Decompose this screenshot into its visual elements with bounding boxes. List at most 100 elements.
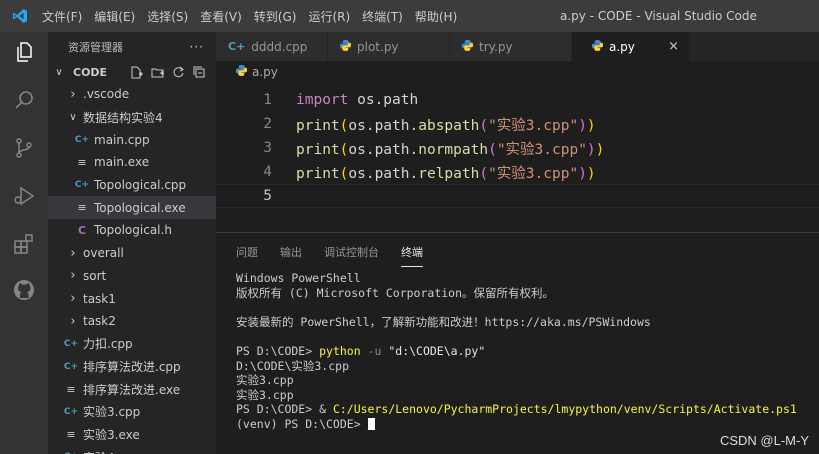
tab-terminal[interactable]: 终端 xyxy=(401,233,423,271)
terminal-line: 安装最新的 PowerShell，了解新功能和改进！https://aka.ms… xyxy=(236,314,651,329)
chevron-down-icon: ∨ xyxy=(55,66,63,78)
python-file-icon xyxy=(592,39,603,54)
python-file-icon xyxy=(462,39,473,54)
terminal-line: PS D:\CODE> python -u "d:\CODE\a.py" xyxy=(236,343,486,358)
new-file-icon[interactable] xyxy=(129,65,144,79)
tab-label: plot.py xyxy=(357,39,399,54)
tree-item[interactable]: › task2 xyxy=(48,310,216,333)
editor-area: C+ dddd.cpp plot.py try.py a.py × a.py 1… xyxy=(216,32,819,232)
watermark: CSDN @L-M-Y xyxy=(719,433,809,448)
tab-try-py[interactable]: try.py xyxy=(450,32,572,61)
explorer-header: 资源管理器 ··· xyxy=(48,32,216,61)
tab-debug-console[interactable]: 调试控制台 xyxy=(324,233,379,271)
tree-item[interactable]: C+ 实验3.cpp xyxy=(48,401,216,424)
chevron-right-icon: › xyxy=(70,268,76,284)
tree-item-label: 数据结构实验4 xyxy=(83,110,163,125)
tree-item-label: overall xyxy=(83,246,124,261)
tree-item-label: sort xyxy=(83,268,107,283)
window-title: a.py - CODE - Visual Studio Code xyxy=(560,9,757,23)
terminal-line: D:\CODE\实验3.cpp xyxy=(236,358,350,373)
tree-item[interactable]: › sort xyxy=(48,265,216,288)
menu-view[interactable]: 查看(V) xyxy=(200,8,242,25)
tree-item[interactable]: C+ 力扣.cpp xyxy=(48,333,216,356)
tree-item-label: Topological.exe xyxy=(94,200,186,215)
tab-a-py[interactable]: a.py × xyxy=(572,32,690,61)
menu-terminal[interactable]: 终端(T) xyxy=(362,8,403,25)
explorer-sidebar: 资源管理器 ··· ∨ CODE › .vscode ∨ 数据结构实验4 C+ main.… xyxy=(48,32,216,454)
tree-item[interactable]: ≡ 实验3.exe xyxy=(48,423,216,446)
line-number: 4 xyxy=(263,164,272,180)
code-text: print(os.path.abspath("实验3.cpp")) xyxy=(296,117,596,134)
extensions-icon[interactable] xyxy=(0,224,48,264)
terminal-cursor xyxy=(367,417,375,430)
tab-dddd-cpp[interactable]: C+ dddd.cpp xyxy=(216,32,328,61)
collapse-all-icon[interactable] xyxy=(192,65,207,79)
terminal[interactable]: Windows PowerShell 版权所有 (C) Microsoft Co… xyxy=(216,271,819,432)
search-icon[interactable] xyxy=(0,80,48,120)
file-tree: › .vscode ∨ 数据结构实验4 C+ main.cpp ≡ main.exe C+ Top… xyxy=(48,83,216,454)
tree-item-label: 排序算法改进.exe xyxy=(83,382,181,397)
line-number: 2 xyxy=(263,116,272,132)
tree-item[interactable]: ≡ main.exe xyxy=(48,151,216,174)
menu-file[interactable]: 文件(F) xyxy=(42,8,82,25)
tab-plot-py[interactable]: plot.py xyxy=(328,32,450,61)
tree-item-label: Topological.cpp xyxy=(94,178,187,193)
tree-item-label: Topological.h xyxy=(94,223,172,238)
files-icon[interactable] xyxy=(0,32,48,72)
refresh-icon[interactable] xyxy=(171,65,186,79)
code-text: import os.path xyxy=(296,92,419,108)
tree-item-label: task2 xyxy=(83,314,116,329)
workspace-section-header[interactable]: ∨ CODE xyxy=(48,61,216,83)
tree-item[interactable]: › .vscode xyxy=(48,83,216,106)
chevron-right-icon: › xyxy=(70,245,76,261)
close-tab-icon[interactable]: × xyxy=(668,39,679,54)
tab-output[interactable]: 输出 xyxy=(280,233,302,271)
line-number: 1 xyxy=(263,92,272,108)
cpp-file-icon: C+ xyxy=(63,361,79,372)
terminal-line: 版权所有 (C) Microsoft Corporation。保留所有权利。 xyxy=(236,285,555,300)
tree-item-label: 实验3.exe xyxy=(83,428,140,443)
cpp-file-icon: C+ xyxy=(74,134,90,145)
more-actions-icon[interactable]: ··· xyxy=(190,40,204,54)
tree-item[interactable]: ∨ 数据结构实验4 xyxy=(48,106,216,129)
code-text: print(os.path.normpath("实验3.cpp")) xyxy=(296,141,605,158)
menu-go[interactable]: 转到(G) xyxy=(254,8,297,25)
tree-item[interactable]: C+实验4.cpp xyxy=(48,446,216,454)
menu-bar: 文件(F) 编辑(E) 选择(S) 查看(V) 转到(G) 运行(R) 终端(T… xyxy=(42,8,469,25)
menu-help[interactable]: 帮助(H) xyxy=(415,8,457,25)
cpp-file-icon: C+ xyxy=(74,180,90,191)
menu-selection[interactable]: 选择(S) xyxy=(147,8,188,25)
code-editor[interactable]: 1 import os.path 2 print(os.path.abspath… xyxy=(216,83,819,232)
tree-item[interactable]: C+ Topological.cpp xyxy=(48,174,216,197)
tree-item[interactable]: C+ main.cpp xyxy=(48,128,216,151)
code-line: 2 print(os.path.abspath("实验3.cpp")) xyxy=(216,112,819,136)
exe-file-icon: ≡ xyxy=(66,382,76,396)
tree-item[interactable]: › overall xyxy=(48,242,216,265)
tree-item-label: main.exe xyxy=(94,155,150,170)
breadcrumb-file[interactable]: a.py xyxy=(252,65,278,79)
code-line-current: 5 xyxy=(216,184,819,208)
tab-problems[interactable]: 问题 xyxy=(236,233,258,271)
run-debug-icon[interactable] xyxy=(0,176,48,216)
tree-item-label: main.cpp xyxy=(94,132,150,147)
tree-item[interactable]: C Topological.h xyxy=(48,219,216,242)
tree-item[interactable]: › task1 xyxy=(48,287,216,310)
tree-item-label: task1 xyxy=(83,291,116,306)
tree-item[interactable]: C+ 排序算法改进.cpp xyxy=(48,355,216,378)
tree-item[interactable]: ≡ Topological.exe xyxy=(48,196,216,220)
line-number: 5 xyxy=(263,188,272,204)
cpp-file-icon: C+ xyxy=(63,406,79,417)
terminal-line: (venv) PS D:\CODE> xyxy=(236,417,819,432)
github-icon[interactable] xyxy=(0,270,48,310)
python-file-icon xyxy=(236,65,247,79)
menu-run[interactable]: 运行(R) xyxy=(308,8,350,25)
new-folder-icon[interactable] xyxy=(150,65,165,79)
terminal-line: PS D:\CODE> & C:/Users/Lenovo/PycharmPro… xyxy=(236,402,797,417)
source-control-icon[interactable] xyxy=(0,128,48,168)
menu-edit[interactable]: 编辑(E) xyxy=(94,8,135,25)
terminal-line: Windows PowerShell xyxy=(236,271,361,285)
tree-item[interactable]: ≡ 排序算法改进.exe xyxy=(48,378,216,401)
exe-file-icon: ≡ xyxy=(77,201,87,215)
